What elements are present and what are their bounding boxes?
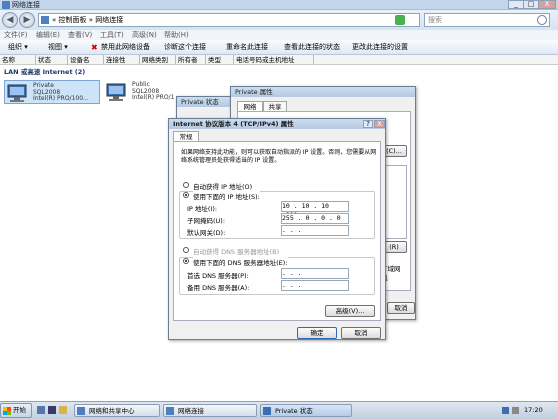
- window-titlebar: 网络连接 _ □ X: [0, 0, 558, 10]
- quicklaunch-icon[interactable]: [37, 406, 45, 414]
- network-folder-icon: [166, 407, 174, 415]
- change-settings-button[interactable]: 更改此连接的设置: [352, 40, 408, 55]
- network-adapter-icon: [7, 84, 27, 102]
- gateway-label: 默认网关(D):: [187, 229, 226, 237]
- manual-dns-radio[interactable]: [183, 258, 189, 264]
- manual-ip-radio[interactable]: [183, 192, 189, 198]
- windows-logo-icon: [3, 407, 11, 415]
- ok-button[interactable]: 确定: [297, 327, 337, 339]
- network-folder-icon: [2, 1, 10, 9]
- ipv4-description: 如果网络支持此功能，则可以获取自动指派的 IP 设置。否则，您需要从网络系统管理…: [181, 149, 377, 164]
- tray-network-icon[interactable]: [502, 407, 509, 414]
- search-placeholder: 搜索: [428, 16, 442, 24]
- menu-tools[interactable]: 工具(T): [100, 30, 124, 40]
- search-icon[interactable]: [537, 15, 547, 25]
- properties-dialog-title: Private 属性: [231, 87, 415, 97]
- view-status-button[interactable]: 查看此连接的状态: [284, 40, 340, 55]
- menu-help[interactable]: 帮助(H): [164, 30, 189, 40]
- clock: 17:20: [524, 406, 543, 414]
- taskbar-item-label: 网络和共享中心: [89, 407, 135, 415]
- organize-button[interactable]: 组织 ▾: [8, 40, 28, 55]
- navigation-bar: ◀ ▶ « 控制面板 » 网络连接 搜索: [0, 10, 558, 30]
- col-name[interactable]: 名称: [0, 55, 36, 65]
- auto-dns-label: 自动获得 DNS 服务器地址(B): [193, 248, 280, 256]
- ip-address-label: IP 地址(I):: [187, 205, 218, 213]
- col-status[interactable]: 状态: [36, 55, 68, 65]
- back-button[interactable]: ◀: [2, 12, 18, 28]
- disable-icon: ✖: [91, 43, 98, 52]
- network-adapter-icon: [263, 407, 271, 415]
- col-connectivity[interactable]: 连接性: [104, 55, 140, 65]
- ipv4-dialog: Internet 协议版本 4 (TCP/IPv4) 属性 ? X 常规 如果网…: [168, 118, 386, 340]
- search-input[interactable]: 搜索: [424, 13, 550, 27]
- menu-edit[interactable]: 编辑(E): [36, 30, 60, 40]
- quicklaunch-icon[interactable]: [59, 406, 67, 414]
- col-owner[interactable]: 所有者: [176, 55, 206, 65]
- column-header-row: 名称 状态 设备名 连接性 网络类别 所有者 类型 电话号码或主机地址: [0, 55, 558, 65]
- minimize-button[interactable]: _: [508, 0, 524, 9]
- connection-item[interactable]: Private SQL2008 Intel(R) PRO/100...: [4, 80, 100, 104]
- maximize-button[interactable]: □: [523, 0, 539, 9]
- subnet-mask-field[interactable]: 255 . 0 . 0 . 0: [281, 213, 349, 224]
- taskbar-item[interactable]: 网络和共享中心: [74, 404, 160, 417]
- menu-file[interactable]: 文件(F): [4, 30, 28, 40]
- alternate-dns-label: 备用 DNS 服务器(A):: [187, 284, 250, 292]
- col-device[interactable]: 设备名: [68, 55, 104, 65]
- dialog-close-button[interactable]: X: [374, 120, 385, 128]
- forward-button[interactable]: ▶: [19, 12, 35, 28]
- tray-volume-icon[interactable]: [512, 407, 519, 414]
- menu-advanced[interactable]: 高级(N): [132, 30, 157, 40]
- ipv4-dialog-title: Internet 协议版本 4 (TCP/IPv4) 属性: [169, 119, 385, 129]
- breadcrumb: « 控制面板 » 网络连接: [52, 16, 124, 24]
- start-button[interactable]: 开始: [0, 403, 32, 418]
- manual-dns-label: 使用下面的 DNS 服务器地址(E):: [193, 257, 288, 267]
- help-button[interactable]: ?: [363, 120, 373, 128]
- network-folder-icon: [41, 16, 49, 24]
- views-button[interactable]: 视图 ▾: [48, 40, 68, 55]
- start-label: 开始: [13, 406, 26, 414]
- col-phone-host[interactable]: 电话号码或主机地址: [234, 55, 314, 65]
- alternate-dns-field[interactable]: . . .: [281, 280, 349, 291]
- connection-device: Intel(R) PRO/1: [132, 94, 175, 101]
- subnet-mask-label: 子网掩码(U):: [187, 217, 226, 225]
- toolbar: 组织 ▾ 视图 ▾ ✖ 禁用此网络设备 诊断这个连接 重命名此连接 查看此连接的…: [0, 40, 558, 55]
- cancel-button[interactable]: 取消: [341, 327, 381, 339]
- group-header: LAN 或高速 Internet (2): [4, 68, 86, 76]
- col-type[interactable]: 类型: [206, 55, 234, 65]
- rename-button[interactable]: 重命名此连接: [226, 40, 268, 55]
- manual-ip-label: 使用下面的 IP 地址(S):: [193, 191, 260, 201]
- preferred-dns-label: 首选 DNS 服务器(P):: [187, 272, 249, 280]
- auto-ip-label: 自动获得 IP 地址(O): [193, 183, 253, 191]
- ip-address-field[interactable]: 10 . 10 . 10 .211: [281, 201, 349, 219]
- menu-view[interactable]: 查看(V): [68, 30, 92, 40]
- auto-dns-radio[interactable]: [183, 247, 189, 253]
- network-adapter-icon: [106, 83, 126, 101]
- network-center-icon: [77, 407, 85, 415]
- connection-device: Intel(R) PRO/100...: [33, 95, 89, 102]
- taskbar-item[interactable]: Private 状态: [260, 404, 352, 417]
- properties-cancel-button[interactable]: 取消: [387, 302, 415, 314]
- taskbar-item[interactable]: 网络连接: [163, 404, 257, 417]
- advanced-button[interactable]: 高级(V)...: [325, 305, 375, 317]
- col-category[interactable]: 网络类别: [140, 55, 176, 65]
- taskbar: 开始 网络和共享中心 网络连接 Private 状态 17:20: [0, 401, 558, 419]
- taskbar-item-label: Private 状态: [275, 407, 313, 415]
- diagnose-button[interactable]: 诊断这个连接: [164, 40, 206, 55]
- taskbar-item-label: 网络连接: [178, 407, 204, 415]
- go-icon[interactable]: [395, 15, 405, 25]
- disable-device-button[interactable]: 禁用此网络设备: [101, 40, 150, 55]
- preferred-dns-field[interactable]: . . .: [281, 268, 349, 279]
- address-bar[interactable]: « 控制面板 » 网络连接: [38, 13, 420, 27]
- menu-bar: 文件(F) 编辑(E) 查看(V) 工具(T) 高级(N) 帮助(H): [0, 30, 558, 40]
- window-title: 网络连接: [12, 1, 40, 9]
- close-button[interactable]: X: [538, 0, 556, 9]
- quicklaunch-icon[interactable]: [48, 406, 56, 414]
- auto-ip-radio[interactable]: [183, 182, 189, 188]
- gateway-field[interactable]: . . .: [281, 225, 349, 236]
